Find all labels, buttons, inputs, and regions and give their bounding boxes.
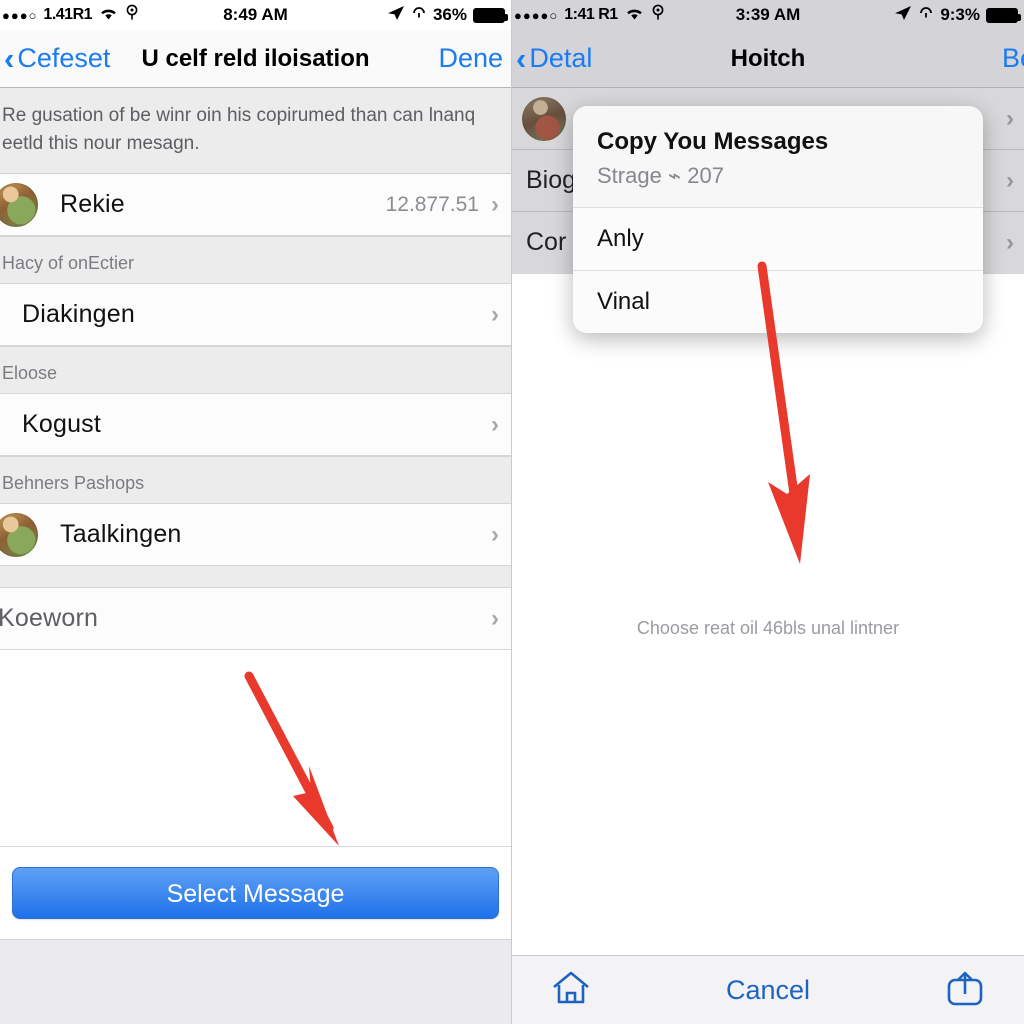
action-sheet-item-anly[interactable]: Anly — [573, 207, 983, 270]
primary-button-container: Select Message — [0, 846, 511, 940]
avatar — [0, 182, 38, 227]
account-row-label: Rekie — [60, 190, 125, 219]
select-message-button[interactable]: Select Message — [12, 867, 499, 920]
done-button[interactable]: Dene — [438, 43, 511, 74]
battery-icon — [473, 7, 508, 23]
battery-icon — [986, 7, 1021, 23]
section-header: Eloose — [0, 346, 511, 395]
account-row[interactable]: Rekie 12.877.51 › — [0, 174, 511, 237]
list-item[interactable]: Koeworn › — [0, 588, 511, 651]
left-nav-bar: ‹ Cefeset U celf reld iloisation Dene — [0, 30, 511, 88]
back-button-label: Cefeset — [17, 43, 111, 73]
right-status-bar: ●●●●○ 1:41 R1 3:39 AM 9:3% — [512, 0, 1024, 30]
bottom-toolbar: Cancel — [512, 955, 1024, 1024]
back-button[interactable]: ‹ Cefeset — [0, 43, 110, 74]
content-filler — [0, 650, 511, 847]
back-button[interactable]: ‹ Detal — [512, 43, 592, 74]
account-row-value: 12.877.51 — [385, 192, 479, 216]
action-sheet-title: Copy You Messages — [597, 128, 829, 155]
right-phone-panel: ●●●●○ 1:41 R1 3:39 AM 9:3% ‹ Detal Hoitc… — [512, 0, 1024, 1024]
dual-screenshot: ●●●○ 1.41R1 8:49 AM 36% ‹ Cefeset U celf… — [0, 0, 1024, 1024]
action-sheet: Copy You Messages Strage ⌁ 207 Anly Vina… — [573, 106, 983, 333]
list-item[interactable]: Kogust › — [0, 394, 511, 457]
list-item-label: Kogust — [22, 410, 102, 439]
nav-right-button[interactable]: Ber — [1002, 43, 1024, 74]
status-time: 3:39 AM — [735, 5, 801, 24]
action-sheet-header: Copy You Messages Strage ⌁ 207 — [573, 106, 983, 207]
chevron-right-icon: › — [491, 604, 499, 632]
home-icon[interactable] — [550, 969, 592, 1012]
hint-text: Choose reat oil 46bls unal lintner — [636, 618, 900, 638]
section-header: Behners Pashops — [0, 456, 511, 505]
share-icon[interactable] — [944, 969, 986, 1012]
list-item-label: Diakingen — [22, 300, 135, 329]
chevron-right-icon: › — [491, 410, 499, 438]
section-header: Hacy of onEctier — [0, 236, 511, 285]
left-status-bar: ●●●○ 1.41R1 8:49 AM 36% — [0, 0, 511, 30]
chevron-right-icon: › — [491, 520, 499, 548]
action-sheet-subtitle: Strage ⌁ 207 — [597, 163, 724, 188]
section-spacer — [0, 566, 511, 589]
status-time: 8:49 AM — [223, 5, 288, 24]
bottom-gray-area — [0, 939, 511, 1024]
list-item[interactable]: Diakingen › — [0, 284, 511, 347]
list-item-label: Taalkingen — [60, 520, 182, 549]
back-button-label: Detal — [529, 43, 593, 73]
avatar — [0, 512, 38, 557]
list-item-label: Koeworn — [0, 604, 99, 633]
list-item[interactable]: Taalkingen › — [0, 504, 511, 567]
notice-text: Re gusation of be winr oin his copirumed… — [0, 88, 511, 175]
chevron-left-icon: ‹ — [4, 41, 15, 76]
cancel-button[interactable]: Cancel — [726, 975, 810, 1006]
chevron-right-icon: › — [491, 190, 499, 218]
chevron-right-icon: › — [491, 300, 499, 328]
left-phone-panel: ●●●○ 1.41R1 8:49 AM 36% ‹ Cefeset U celf… — [0, 0, 512, 1024]
right-nav-bar: ‹ Detal Hoitch Ber — [512, 30, 1024, 88]
chevron-left-icon: ‹ — [516, 41, 527, 76]
right-content: Delux › Biog › Cor › Copy You Messages S… — [512, 88, 1024, 1024]
action-sheet-item-vinal[interactable]: Vinal — [573, 270, 983, 333]
